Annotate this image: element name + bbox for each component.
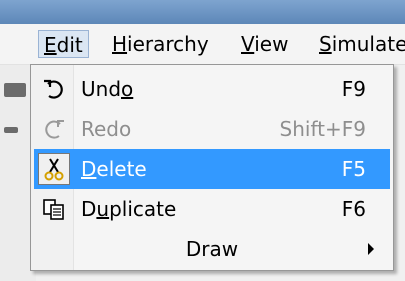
- menu-simulate-label: Simulate: [319, 32, 405, 56]
- menu-hierarchy-label: Hierarchy: [112, 32, 209, 56]
- menu-item-label: Redo: [81, 117, 132, 141]
- menu-item-delete[interactable]: Delete F5: [34, 149, 390, 189]
- window-titlebar: [0, 0, 405, 24]
- toolbar-button-icon: [4, 83, 26, 97]
- menu-hierarchy[interactable]: Hierarchy: [106, 30, 215, 58]
- menu-item-label: Duplicate: [81, 197, 177, 221]
- edit-menu-dropdown: Undo F9 Redo Shift+F9 Delete F5 Duplicat…: [30, 64, 394, 271]
- menu-item-shortcut: F5: [341, 157, 366, 181]
- duplicate-icon: [38, 193, 70, 225]
- menu-bar: Edit Hierarchy View Simulate: [0, 24, 405, 65]
- scissors-icon: [38, 153, 70, 185]
- menu-item-shortcut: F6: [341, 197, 366, 221]
- menu-item-redo[interactable]: Redo Shift+F9: [34, 109, 390, 149]
- menu-item-draw[interactable]: Draw: [34, 229, 390, 269]
- menu-item-shortcut: F9: [341, 77, 366, 101]
- menu-item-shortcut: Shift+F9: [279, 117, 366, 141]
- redo-icon: [38, 113, 70, 145]
- menu-item-duplicate[interactable]: Duplicate F6: [34, 189, 390, 229]
- menu-item-label: Undo: [81, 77, 134, 101]
- toolbar-button-icon: [4, 127, 18, 133]
- menu-item-undo[interactable]: Undo F9: [34, 69, 390, 109]
- menu-item-label: Draw: [185, 237, 239, 261]
- menu-view[interactable]: View: [235, 30, 294, 58]
- submenu-arrow-icon: [368, 243, 374, 255]
- undo-icon: [38, 73, 70, 105]
- menu-simulate[interactable]: Simulate: [313, 30, 405, 58]
- menu-edit[interactable]: Edit: [38, 30, 89, 58]
- menu-item-label: Delete: [81, 157, 147, 181]
- menu-view-label: View: [241, 32, 289, 56]
- menu-edit-label: Edit: [44, 33, 83, 57]
